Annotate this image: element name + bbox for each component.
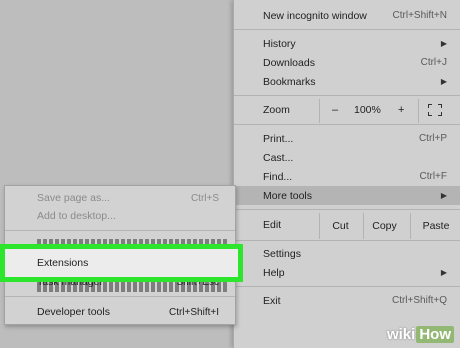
menu-divider [234, 240, 460, 241]
zoom-label: Zoom [263, 104, 290, 116]
zoom-row: Zoom – 100% + [234, 99, 460, 123]
zoom-out-button[interactable]: – [332, 104, 338, 116]
menu-item-label: Exit [263, 294, 281, 307]
menu-divider [234, 95, 460, 96]
menu-item-label: More tools [263, 189, 313, 202]
zoom-in-button[interactable]: + [398, 104, 404, 116]
watermark-wiki: wiki [386, 325, 416, 343]
menu-item-shortcut: Ctrl+Shift+N [392, 10, 447, 21]
menu-item-label: New incognito window [263, 9, 367, 22]
menu-item-shortcut: Ctrl+Shift+Q [391, 295, 447, 306]
menu-item-cast[interactable]: Cast... [234, 148, 460, 167]
zoom-controls: – 100% + [319, 99, 419, 123]
submenu-item-label: Add to desktop... [37, 210, 116, 222]
menu-item-label: Help [263, 266, 285, 279]
submenu-item-add-desktop[interactable]: Add to desktop... [5, 207, 235, 225]
menu-item-new-incognito[interactable]: New incognito window Ctrl+Shift+N [234, 6, 460, 25]
menu-item-label: Find... [263, 170, 293, 183]
watermark-how: How [416, 325, 454, 343]
submenu-arrow-icon: ▶ [440, 39, 447, 48]
edit-row: Edit Cut Copy Paste [234, 213, 460, 239]
menu-item-more-tools[interactable]: More tools ▶ [234, 186, 460, 205]
submenu-arrow-icon: ▶ [440, 77, 447, 86]
copy-button[interactable]: Copy [363, 213, 405, 239]
zoom-value: 100% [354, 104, 381, 116]
menu-item-shortcut: Ctrl+J [420, 57, 447, 68]
edit-label: Edit [263, 219, 282, 231]
menu-item-label: Downloads [263, 56, 315, 69]
extensions-highlight-box [0, 244, 243, 282]
menu-item-settings[interactable]: Settings [234, 244, 460, 263]
menu-item-label: Print... [263, 132, 294, 145]
menu-divider [234, 286, 460, 287]
menu-item-downloads[interactable]: Downloads Ctrl+J [234, 53, 460, 72]
menu-divider [234, 124, 460, 125]
submenu-item-label: Developer tools [37, 306, 110, 318]
menu-item-bookmarks[interactable]: Bookmarks ▶ [234, 72, 460, 91]
submenu-divider [5, 230, 235, 231]
submenu-item-save-page[interactable]: Save page as... Ctrl+S [5, 189, 235, 207]
submenu-item-label: Save page as... [37, 192, 110, 204]
menu-item-label: Settings [263, 247, 301, 260]
submenu-divider [5, 296, 235, 297]
wikihow-watermark: wiki How [387, 324, 454, 344]
menu-item-find[interactable]: Find... Ctrl+F [234, 167, 460, 186]
submenu-item-developer-tools[interactable]: Developer tools Ctrl+Shift+I [5, 303, 235, 321]
menu-item-exit[interactable]: Exit Ctrl+Shift+Q [234, 291, 460, 310]
menu-item-help[interactable]: Help ▶ [234, 263, 460, 282]
menu-item-label: Bookmarks [263, 75, 316, 88]
menu-item-print[interactable]: Print... Ctrl+P [234, 129, 460, 148]
submenu-arrow-icon: ▶ [440, 191, 447, 200]
menu-item-shortcut: Ctrl+F [419, 171, 448, 182]
menu-item-history[interactable]: History ▶ [234, 34, 460, 53]
submenu-item-shortcut: Ctrl+Shift+I [168, 306, 219, 318]
paste-button[interactable]: Paste [410, 213, 460, 239]
cut-button[interactable]: Cut [319, 213, 361, 239]
menu-item-label: History [263, 37, 296, 50]
menu-item-shortcut: Ctrl+P [418, 133, 447, 144]
fullscreen-icon[interactable] [428, 104, 442, 116]
menu-divider [234, 209, 460, 210]
menu-divider [234, 29, 460, 30]
chrome-main-menu: New incognito window Ctrl+Shift+N Histor… [233, 0, 460, 348]
menu-item-label: Cast... [263, 151, 294, 164]
submenu-arrow-icon: ▶ [440, 268, 447, 277]
submenu-item-shortcut: Ctrl+S [190, 192, 219, 204]
